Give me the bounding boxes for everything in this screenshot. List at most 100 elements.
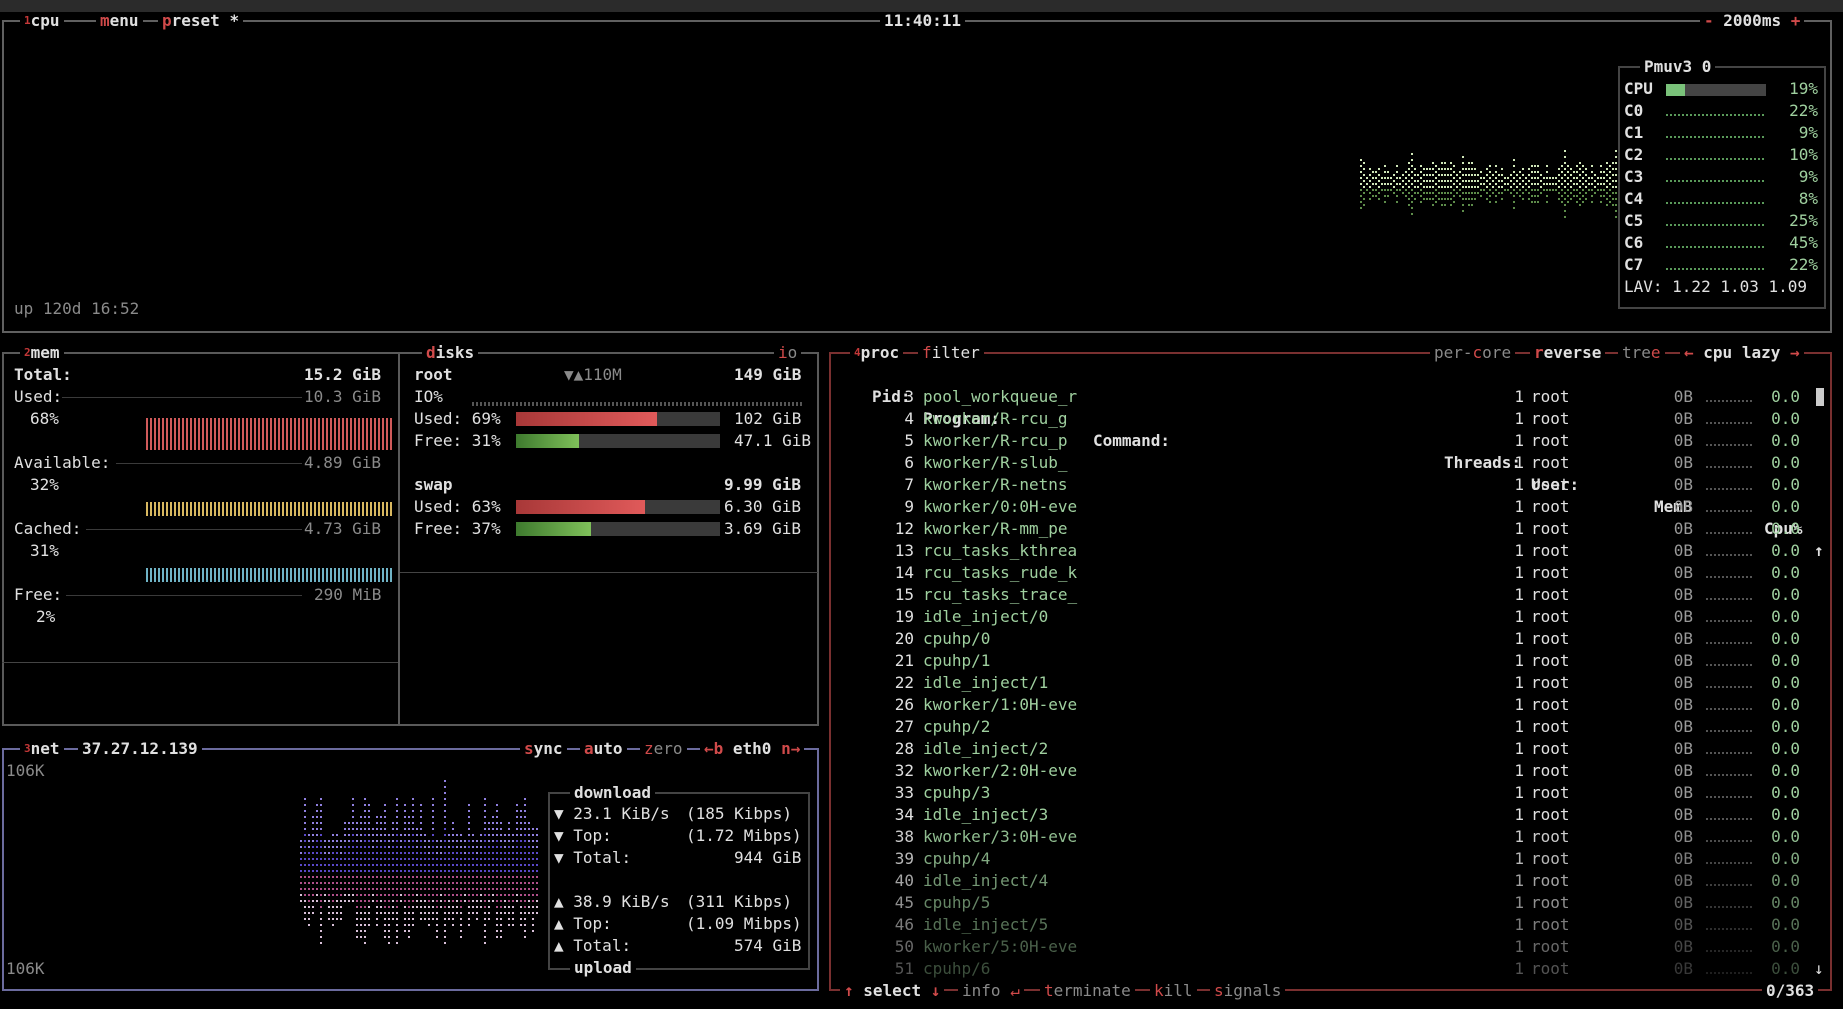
- proc-row[interactable]: 14 rcu_tasks_rude_k 1 root 0B 0.0: [0, 562, 1843, 584]
- proc-row[interactable]: 9 kworker/0:0H-eve 1 root 0B 0.0: [0, 496, 1843, 518]
- proc-cell-mem: 0B: [1673, 497, 1693, 516]
- proc-row[interactable]: 26 kworker/1:0H-eve 1 root 0B 0.0: [0, 694, 1843, 716]
- cpu-graph-dot: [1591, 165, 1593, 167]
- cpu-graph-dot: [1471, 198, 1473, 200]
- cpu-core-pct: 10%: [1789, 145, 1818, 164]
- proc-filter-text: ilter: [931, 343, 980, 362]
- cpu-graph-dot: [1549, 177, 1551, 179]
- proc-footer-select[interactable]: ↑ select ↓: [840, 981, 945, 1000]
- cpu-graph-dot: [1612, 198, 1614, 200]
- cpu-graph-dot: [1360, 207, 1362, 209]
- proc-cell-user: root: [1531, 783, 1570, 802]
- proc-row[interactable]: 27 cpuhp/2 1 root 0B 0.0: [0, 716, 1843, 738]
- interval-value: 2000ms: [1723, 11, 1782, 30]
- cpu-graph-dot: [1570, 180, 1572, 182]
- cpu-graph-dot: [1582, 195, 1584, 197]
- cpu-graph-dot: [1375, 189, 1377, 191]
- proc-row[interactable]: 15 rcu_tasks_trace_ 1 root 0B 0.0: [0, 584, 1843, 606]
- proc-row[interactable]: 46 idle_inject/5 1 root 0B 0.0: [0, 914, 1843, 936]
- cpu-graph-dot: [1471, 192, 1473, 194]
- cpu-graph-dot: [1441, 168, 1443, 170]
- cpu-graph-dot: [1390, 177, 1392, 179]
- cpu-graph-dot: [1606, 186, 1608, 188]
- cpu-core-label: C3: [1624, 167, 1644, 186]
- proc-row[interactable]: 20 cpuhp/0 1 root 0B 0.0: [0, 628, 1843, 650]
- proc-cell-threads: 1: [1514, 519, 1524, 538]
- cpu-core-label: C6: [1624, 233, 1644, 252]
- cpu-graph-dot: [1468, 162, 1470, 164]
- cpu-graph-dot: [1360, 159, 1362, 161]
- proc-row[interactable]: 38 kworker/3:0H-eve 1 root 0B 0.0: [0, 826, 1843, 848]
- proc-row[interactable]: 51 cpuhp/6 1 root 0B 0.0: [0, 958, 1843, 980]
- info-button[interactable]: info ↵: [958, 982, 1024, 1000]
- sort-left-arrow[interactable]: ←: [1684, 343, 1694, 362]
- proc-row[interactable]: 7 kworker/R-netns 1 root 0B 0.0: [0, 474, 1843, 496]
- proc-cell-threads: 1: [1514, 409, 1524, 428]
- proc-row[interactable]: 22 idle_inject/1 1 root 0B 0.0: [0, 672, 1843, 694]
- proc-row[interactable]: 34 idle_inject/3 1 root 0B 0.0: [0, 804, 1843, 826]
- cpu-graph-dot: [1498, 180, 1500, 182]
- proc-row[interactable]: 45 cpuhp/5 1 root 0B 0.0: [0, 892, 1843, 914]
- kill-button[interactable]: kill: [1150, 982, 1197, 1000]
- proc-cell-pid: 3: [904, 387, 914, 406]
- disks-title[interactable]: disks: [422, 344, 479, 362]
- proc-row[interactable]: 5 kworker/R-rcu_p 1 root 0B 0.0: [0, 430, 1843, 452]
- proc-row[interactable]: 13 rcu_tasks_kthrea 1 root 0B 0.0: [0, 540, 1843, 562]
- update-interval[interactable]: - 2000ms +: [1700, 11, 1805, 30]
- proc-cell-user: root: [1531, 409, 1570, 428]
- proc-cell-user: root: [1531, 607, 1570, 626]
- signals-button[interactable]: signals: [1210, 982, 1286, 1000]
- cpu-graph-dot: [1396, 195, 1398, 197]
- cpu-graph-dot: [1510, 192, 1512, 194]
- proc-filter[interactable]: filter: [918, 344, 984, 362]
- preset-button[interactable]: preset *: [158, 12, 244, 30]
- cpu-graph-dot: [1606, 174, 1608, 176]
- proc-cell-mem: 0B: [1673, 937, 1693, 956]
- terminate-button[interactable]: terminate: [1040, 982, 1135, 1000]
- proc-cell-program: cpuhp/5: [923, 893, 991, 912]
- tree-toggle[interactable]: tree: [1618, 344, 1665, 362]
- cpu-graph-dot: [1453, 177, 1455, 179]
- cpu-graph-dot: [1429, 180, 1431, 182]
- select-down-icon[interactable]: ↓: [931, 981, 941, 1000]
- proc-row[interactable]: 50 kworker/5:0H-eve 1 root 0B 0.0: [0, 936, 1843, 958]
- cpu-tab[interactable]: 1cpu: [20, 12, 64, 30]
- scroll-down-icon[interactable]: ↓: [1814, 958, 1824, 980]
- proc-scrollbar-thumb[interactable]: [1816, 388, 1824, 406]
- cpu-graph-dot: [1600, 201, 1602, 203]
- reverse-toggle[interactable]: reverse: [1530, 344, 1606, 362]
- proc-row[interactable]: 33 cpuhp/3 1 root 0B 0.0: [0, 782, 1843, 804]
- sort-selector[interactable]: ← cpu lazy →: [1680, 344, 1804, 362]
- select-up-icon[interactable]: ↑: [844, 981, 854, 1000]
- proc-row[interactable]: 32 kworker/2:0H-eve 1 root 0B 0.0: [0, 760, 1843, 782]
- proc-cell-pid: 50: [894, 937, 914, 956]
- cpu-graph-dot: [1462, 192, 1464, 194]
- cpu-graph-dot: [1399, 177, 1401, 179]
- cpu-graph-dot: [1474, 174, 1476, 176]
- cpu-graph-dot: [1543, 189, 1545, 191]
- proc-row[interactable]: 19 idle_inject/0 1 root 0B 0.0: [0, 606, 1843, 628]
- cpu-graph-dot: [1378, 186, 1380, 188]
- proc-row[interactable]: 28 idle_inject/2 1 root 0B 0.0: [0, 738, 1843, 760]
- cpu-graph-dot: [1525, 189, 1527, 191]
- proc-row[interactable]: 12 kworker/R-mm_pe 1 root 0B 0.0: [0, 518, 1843, 540]
- proc-row[interactable]: 40 idle_inject/4 1 root 0B 0.0: [0, 870, 1843, 892]
- proc-cell-cpu: 0.0: [1771, 717, 1800, 736]
- io-toggle[interactable]: io: [774, 344, 802, 362]
- cpu-graph-dot: [1570, 186, 1572, 188]
- proc-row[interactable]: 6 kworker/R-slub_ 1 root 0B 0.0: [0, 452, 1843, 474]
- cpu-graph-dot: [1612, 204, 1614, 206]
- cpu-graph-dot: [1444, 168, 1446, 170]
- cpu-graph-dot: [1450, 180, 1452, 182]
- per-core-toggle[interactable]: per-core: [1430, 344, 1516, 362]
- cpu-graph-dot: [1468, 180, 1470, 182]
- cpu-graph-dot: [1369, 186, 1371, 188]
- proc-row[interactable]: 39 cpuhp/4 1 root 0B 0.0: [0, 848, 1843, 870]
- menu-button[interactable]: menu: [96, 12, 143, 30]
- interval-increase[interactable]: +: [1791, 11, 1801, 30]
- sort-right-arrow[interactable]: →: [1790, 343, 1800, 362]
- interval-decrease[interactable]: -: [1704, 11, 1714, 30]
- proc-row[interactable]: 4 kworker/R-rcu_g 1 root 0B 0.0: [0, 408, 1843, 430]
- proc-row[interactable]: 21 cpuhp/1 1 root 0B 0.0: [0, 650, 1843, 672]
- proc-row[interactable]: 3 pool_workqueue_r 1 root 0B 0.0: [0, 386, 1843, 408]
